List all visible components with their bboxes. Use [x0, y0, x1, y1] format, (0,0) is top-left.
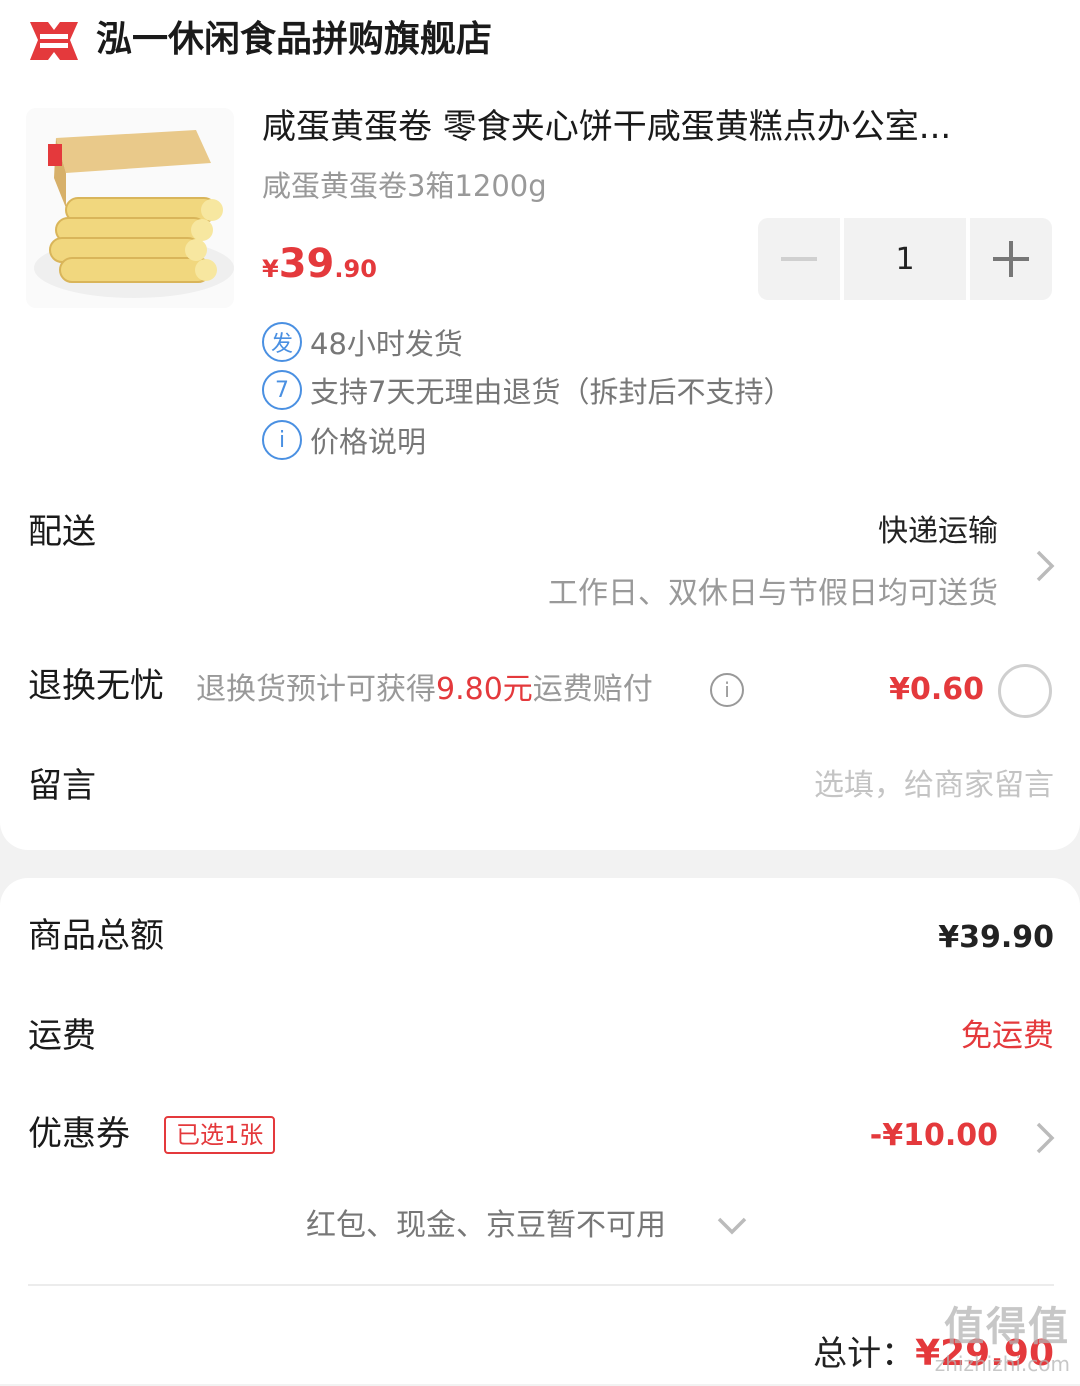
chevron-right-icon[interactable] [1034, 1120, 1056, 1160]
service-text: 支持7天无理由退货（拆封后不支持） [310, 369, 792, 411]
service-shipping: 发 48小时发货 [262, 320, 463, 364]
seven-day-icon: 7 [262, 370, 302, 410]
goods-total-label: 商品总额 [28, 912, 164, 960]
return-worry-desc: 退换货预计可获得9.80元运费赔付 [196, 668, 653, 712]
service-price-note[interactable]: i 价格说明 [262, 418, 426, 462]
service-return: 7 支持7天无理由退货（拆封后不支持） [262, 368, 792, 412]
product-image[interactable] [26, 108, 234, 308]
order-card: 泓一休闲食品拼购旗舰店 咸蛋黄蛋卷 零食夹心饼干咸蛋黄糕点办公室... 咸蛋黄蛋… [0, 0, 1080, 850]
increase-button[interactable] [970, 218, 1052, 300]
watermark-text: 值得值 [935, 1294, 1070, 1352]
goods-total-value: ¥39.90 [938, 916, 1054, 960]
chevron-right-icon[interactable] [1034, 548, 1056, 588]
plus-icon [993, 241, 1029, 277]
desc-suffix: 运费赔付 [533, 672, 653, 707]
shop-logo-icon [26, 18, 82, 64]
return-worry-label: 退换无忧 [28, 662, 164, 710]
ship-badge-icon: 发 [262, 322, 302, 362]
desc-prefix: 退换货预计可获得 [196, 672, 436, 707]
service-text: 价格说明 [310, 419, 426, 461]
message-input[interactable]: 选填，给商家留言 [700, 762, 1054, 810]
quantity-stepper: 1 [758, 218, 1054, 300]
product-title[interactable]: 咸蛋黄蛋卷 零食夹心饼干咸蛋黄糕点办公室... [262, 100, 1042, 154]
unavailable-text[interactable]: 红包、现金、京豆暂不可用 [306, 1204, 666, 1248]
coupon-label: 优惠券 [28, 1110, 130, 1158]
shipping-label: 运费 [28, 1012, 96, 1060]
delivery-method[interactable]: 快递运输 [878, 510, 998, 554]
desc-amount: 9.80元 [436, 672, 533, 707]
divider [28, 1284, 1054, 1286]
product-spec: 咸蛋黄蛋卷3箱1200g [262, 162, 547, 210]
shipping-value: 免运费 [961, 1014, 1054, 1058]
decrease-button[interactable] [758, 218, 840, 300]
return-worry-price: ¥0.60 [889, 668, 984, 712]
shop-name[interactable]: 泓一休闲食品拼购旗舰店 [96, 14, 492, 66]
watermark-logo: 值得值 zhizhizhi.com [935, 1294, 1070, 1376]
product-price: ¥39.90 [262, 234, 377, 302]
quantity-value[interactable]: 1 [844, 218, 966, 300]
message-label: 留言 [28, 762, 96, 810]
total-label: 总计： [813, 1334, 915, 1374]
service-text: 48小时发货 [310, 321, 463, 363]
delivery-label: 配送 [28, 508, 96, 556]
summary-card: 商品总额 ¥39.90 运费 免运费 优惠券 已选1张 -¥10.00 红包、现… [0, 878, 1080, 1384]
price-decimal: .90 [334, 255, 377, 283]
info-icon[interactable]: i [710, 673, 744, 707]
minus-icon [781, 256, 817, 262]
return-worry-radio[interactable] [998, 664, 1052, 718]
coupon-badge: 已选1张 [164, 1116, 275, 1154]
delivery-note: 工作日、双休日与节假日均可送货 [548, 572, 998, 616]
chevron-down-icon[interactable] [716, 1216, 748, 1240]
price-symbol: ¥ [262, 255, 279, 283]
watermark-url: zhizhizhi.com [935, 1352, 1070, 1376]
price-integer: 39 [279, 241, 335, 287]
info-icon: i [262, 420, 302, 460]
coupon-value[interactable]: -¥10.00 [870, 1114, 998, 1158]
